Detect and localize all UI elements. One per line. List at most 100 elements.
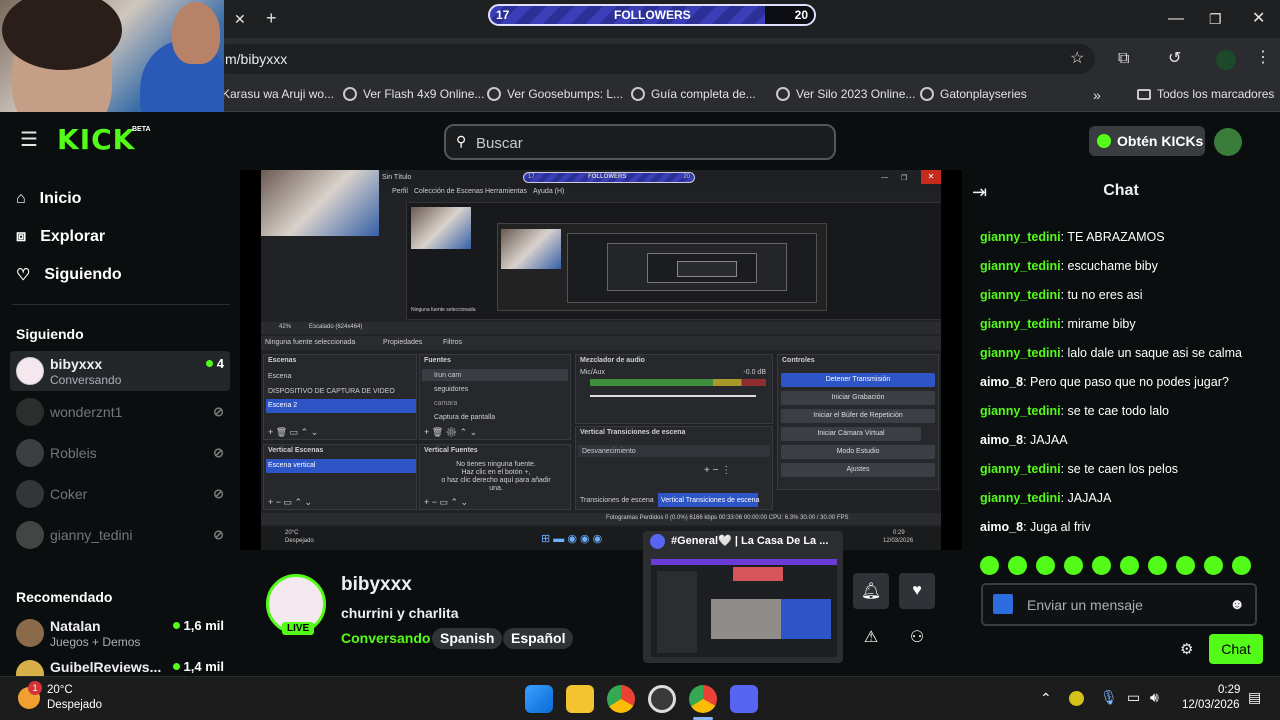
microphone-icon[interactable]: 🎙︎ (1100, 689, 1118, 706)
file-explorer-icon[interactable] (566, 685, 594, 713)
windows-start-icon[interactable] (525, 685, 553, 713)
emote[interactable] (1092, 556, 1111, 575)
stream-category[interactable]: Conversando (341, 630, 430, 646)
tray-app-icon[interactable] (1069, 691, 1084, 706)
all-bookmarks[interactable]: Todos los marcadores (1137, 87, 1274, 101)
bookmarks-overflow-icon[interactable]: » (1093, 87, 1101, 103)
emote[interactable] (1232, 556, 1251, 575)
sidebar-channel-offline[interactable]: Robleis ⊘ (10, 433, 230, 473)
obs-minimize-icon: — (881, 174, 888, 181)
tag-spanish[interactable]: Spanish (432, 628, 503, 649)
globe-icon (776, 87, 790, 101)
chrome-icon[interactable] (689, 685, 717, 713)
chat-username[interactable]: aimo_8 (980, 520, 1023, 534)
offline-icon: ⊘ (213, 404, 224, 419)
sidebar-recommended-channel[interactable]: Natalan Juegos + Demos 1,6 mil (10, 613, 230, 653)
emote[interactable] (1148, 556, 1167, 575)
bookmark-item[interactable]: Ver Goosebumps: L... (487, 87, 623, 101)
bookmark-item[interactable]: Ver Silo 2023 Online... (776, 87, 915, 101)
chat-username[interactable]: gianny_tedini (980, 317, 1061, 331)
chat-message-input[interactable]: Enviar un mensaje ☻ (981, 583, 1257, 626)
browser-menu-icon[interactable]: ⋮ (1255, 50, 1271, 66)
discord-window-preview[interactable]: #General🤍 | La Casa De La ... (643, 531, 843, 663)
chat-username[interactable]: aimo_8 (980, 433, 1023, 447)
add-user-icon[interactable]: ⚇ (899, 619, 935, 655)
video-player[interactable]: Sin Título Perfil Colección de Escenas H… (240, 170, 962, 550)
emote[interactable] (980, 556, 999, 575)
nav-explore[interactable]: ⧈ Explorar (16, 228, 105, 246)
url-field[interactable]: m/bibyxxx (215, 44, 1095, 74)
tag-espanol[interactable]: Español (503, 628, 574, 649)
kick-logo[interactable]: KICK (57, 123, 135, 156)
weather-badge: 1 (28, 681, 42, 695)
nav-home[interactable]: ⌂ Inicio (16, 190, 81, 208)
chat-username[interactable]: gianny_tedini (980, 259, 1061, 273)
report-icon[interactable]: ⚠ (853, 619, 889, 655)
profile-avatar[interactable] (1216, 50, 1236, 70)
streamer-name[interactable]: bibyxxx (341, 574, 412, 596)
get-kicks-button[interactable]: Obtén KICKs (1089, 126, 1205, 156)
search-input[interactable]: ⚲ Buscar (444, 124, 836, 160)
notifications-icon[interactable]: ▤ (1248, 689, 1261, 706)
sidebar-channel-offline[interactable]: wonderznt1 ⊘ (10, 392, 230, 432)
obs-stop-stream-button: Detener Transmisión (781, 373, 935, 387)
emoji-picker-icon[interactable]: ☻ (1229, 596, 1245, 613)
kick-emote-icon[interactable] (993, 594, 1013, 614)
bookmark-star-icon[interactable]: ☆ (1070, 51, 1084, 67)
network-icon[interactable]: ▭ (1127, 689, 1140, 706)
history-icon[interactable]: ↺ (1168, 51, 1181, 67)
globe-icon (631, 87, 645, 101)
restore-icon[interactable]: ❐ (1209, 11, 1222, 27)
obs-menu-item: Ayuda (H) (533, 188, 565, 195)
obs-scene-toolbar: + 🗑 ▭ ⌃ ⌄ (268, 427, 319, 437)
chat-username[interactable]: gianny_tedini (980, 288, 1061, 302)
chat-settings-gear-icon[interactable]: ⚙ (1180, 640, 1193, 658)
channel-avatar (16, 521, 44, 549)
extensions-icon[interactable]: ⧉ (1118, 51, 1129, 67)
chat-username[interactable]: gianny_tedini (980, 462, 1061, 476)
clock-date[interactable]: 12/03/2026 (1182, 699, 1240, 711)
chat-username[interactable]: gianny_tedini (980, 346, 1061, 360)
chat-text: TE ABRAZAMOS (1067, 230, 1165, 244)
discord-taskbar-icon[interactable] (730, 685, 758, 713)
sidebar-channel-offline[interactable]: Coker ⊘ (10, 474, 230, 514)
chat-send-button[interactable]: Chat (1209, 634, 1263, 664)
window-close-icon[interactable]: ✕ (1252, 11, 1265, 27)
sidebar-channel-offline[interactable]: gianny_tedini ⊘ (10, 515, 230, 555)
stream-title: churrini y charlita (341, 605, 459, 621)
emote[interactable] (1036, 556, 1055, 575)
notifications-bell-icon[interactable]: 🔔︎ (853, 573, 889, 609)
emote[interactable] (1064, 556, 1083, 575)
emote[interactable] (1120, 556, 1139, 575)
chat-username[interactable]: gianny_tedini (980, 404, 1061, 418)
minimize-icon[interactable]: — (1168, 11, 1184, 27)
chat-username[interactable]: gianny_tedini (980, 230, 1061, 244)
bookmark-item[interactable]: Karasu wa Aruji wo... (222, 87, 334, 101)
volume-icon[interactable]: 🔊︎ (1150, 689, 1159, 706)
obs-icon[interactable] (648, 685, 676, 713)
chrome-icon[interactable] (607, 685, 635, 713)
channel-name: Natalan (50, 618, 101, 634)
obs-audio-meter (590, 379, 766, 386)
emote[interactable] (1008, 556, 1027, 575)
emote[interactable] (1204, 556, 1223, 575)
chat-separator: : (1060, 259, 1068, 273)
chat-username[interactable]: aimo_8 (980, 375, 1023, 389)
hamburger-menu-icon[interactable]: ☰ (20, 130, 38, 150)
nav-following[interactable]: ♡ Siguiendo (16, 265, 122, 285)
clock-time[interactable]: 0:29 (1218, 684, 1240, 696)
emote[interactable] (1176, 556, 1195, 575)
new-tab-icon[interactable]: + (266, 9, 277, 27)
chat-message: aimo_8: Pero que paso que no podes jugar… (980, 375, 1229, 389)
close-tab-icon[interactable]: ✕ (234, 11, 246, 27)
bookmark-item[interactable]: Gatonplayseries (920, 87, 1027, 101)
chat-username[interactable]: gianny_tedini (980, 491, 1061, 505)
user-avatar[interactable] (1214, 128, 1242, 156)
chat-message: aimo_8: JAJAA (980, 433, 1068, 447)
bookmark-item[interactable]: Guía completa de... (631, 87, 756, 101)
sidebar-recommended-channel[interactable]: GuibelReviews... 1,4 mil (10, 654, 230, 676)
bookmark-item[interactable]: Ver Flash 4x9 Online... (343, 87, 484, 101)
sidebar-channel-bibyxxx[interactable]: bibyxxx Conversando 4 (10, 351, 230, 391)
tray-overflow-icon[interactable]: ⌃ (1040, 690, 1052, 707)
follow-heart-icon[interactable]: ♥ (899, 573, 935, 609)
